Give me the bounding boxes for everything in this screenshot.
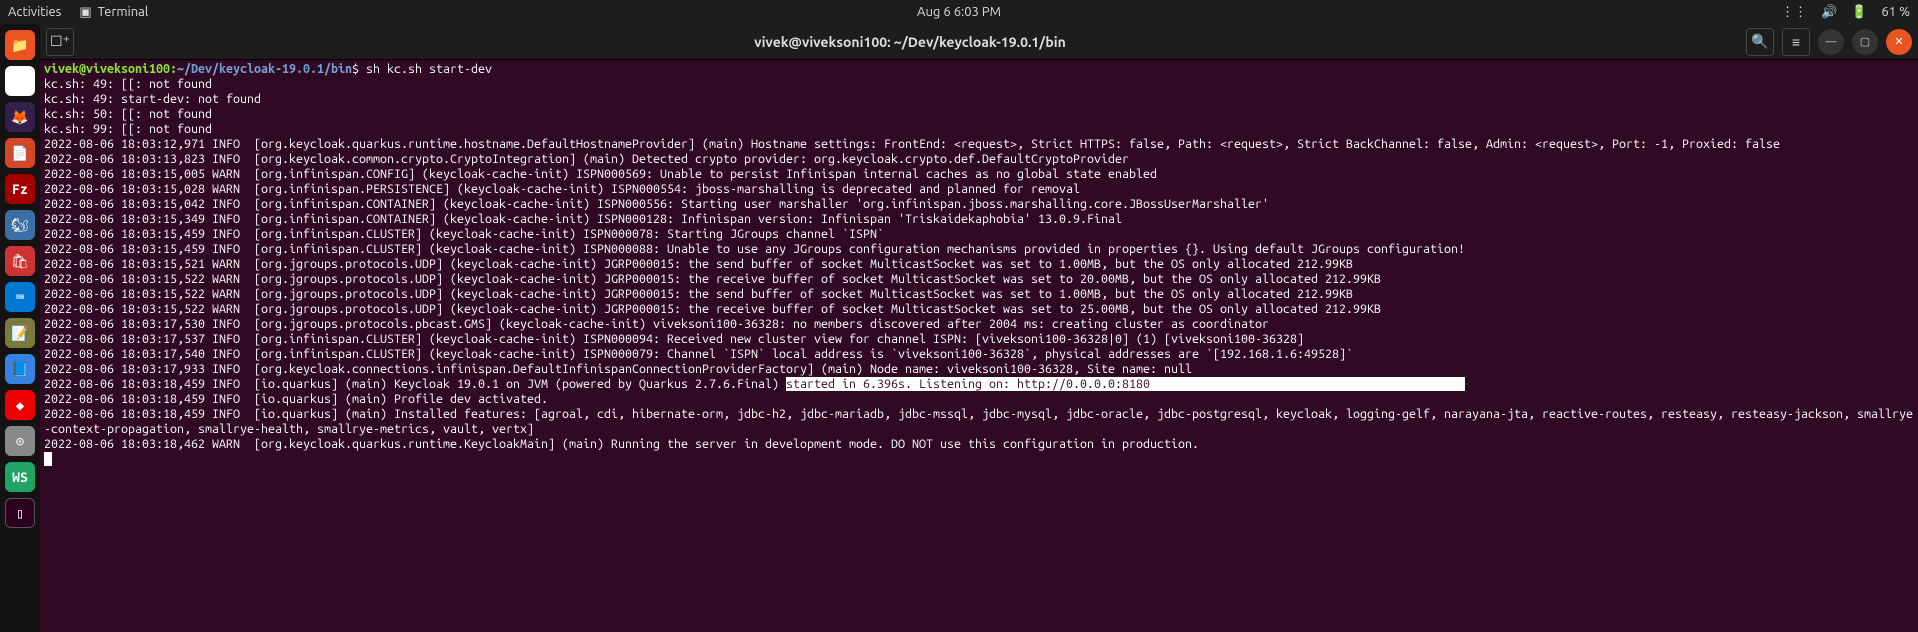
prompt-dollar: $	[352, 62, 359, 76]
files-icon[interactable]: 📁	[5, 30, 35, 60]
output-line: 2022-08-06 18:03:17,540 INFO [org.infini…	[44, 347, 1353, 361]
terminal-titlebar: ☐⁺ vivek@viveksoni100: ~/Dev/keycloak-19…	[40, 24, 1918, 60]
disks-icon[interactable]: ⊙	[5, 426, 35, 456]
output-line: 2022-08-06 18:03:17,537 INFO [org.infini…	[44, 332, 1304, 346]
highlight-padding	[1150, 377, 1465, 391]
output-line: kc.sh: 50: [[: not found	[44, 107, 212, 121]
new-tab-button[interactable]: ☐⁺	[46, 28, 74, 56]
output-line: 2022-08-06 18:03:15,459 INFO [org.infini…	[44, 227, 884, 241]
software-icon[interactable]: 🛍	[5, 246, 35, 276]
output-line: 2022-08-06 18:03:15,349 INFO [org.infini…	[44, 212, 1122, 226]
output-line: 2022-08-06 18:03:15,522 WARN [org.jgroup…	[44, 272, 1381, 286]
terminal-dock-icon[interactable]: ▯	[5, 498, 35, 528]
firefox-icon[interactable]: 🦊	[5, 102, 35, 132]
libreoffice-icon[interactable]: 📄	[5, 138, 35, 168]
entered-command: sh kc.sh start-dev	[359, 62, 492, 76]
output-line: 2022-08-06 18:03:15,028 WARN [org.infini…	[44, 182, 1080, 196]
clock[interactable]: Aug 6 6:03 PM	[917, 5, 1001, 19]
volume-icon[interactable]: 🔊	[1821, 5, 1837, 20]
output-line: 2022-08-06 18:03:15,459 INFO [org.infini…	[44, 242, 1465, 256]
close-button[interactable]: ✕	[1886, 29, 1912, 55]
terminal-content[interactable]: vivek@viveksoni100:~/Dev/keycloak-19.0.1…	[40, 60, 1918, 632]
window-title: vivek@viveksoni100: ~/Dev/keycloak-19.0.…	[74, 34, 1746, 50]
gedit-icon[interactable]: 📘	[5, 354, 35, 384]
prompt-path: ~/Dev/keycloak-19.0.1/bin	[177, 62, 352, 76]
output-line: kc.sh: 49: start-dev: not found	[44, 92, 261, 106]
output-line: 2022-08-06 18:03:13,823 INFO [org.keyclo…	[44, 152, 1129, 166]
maximize-button[interactable]: ▢	[1852, 29, 1878, 55]
ubuntu-dock: 📁 ◉ 🦊 📄 Fz 🐿 🛍 ⌨ 📝 📘 ◆ ⊙ WS ▯	[0, 24, 40, 632]
highlighted-text: started in 6.396s. Listening on: http://…	[786, 377, 1150, 391]
wifi-icon[interactable]: ⋮⋮	[1781, 5, 1807, 20]
output-line: 2022-08-06 18:03:18,459 INFO [io.quarkus…	[44, 407, 1913, 436]
text-editor-icon[interactable]: 📝	[5, 318, 35, 348]
output-line: 2022-08-06 18:03:15,005 WARN [org.infini…	[44, 167, 1157, 181]
terminal-icon: ▣	[79, 5, 91, 20]
active-app[interactable]: ▣ Terminal	[79, 5, 148, 20]
cursor	[44, 452, 52, 466]
search-button[interactable]: 🔍	[1746, 28, 1774, 56]
activities-button[interactable]: Activities	[8, 5, 61, 19]
dbeaver-icon[interactable]: 🐿	[5, 210, 35, 240]
chrome-icon[interactable]: ◉	[5, 66, 35, 96]
vscode-icon[interactable]: ⌨	[5, 282, 35, 312]
output-line: 2022-08-06 18:03:18,459 INFO [io.quarkus…	[44, 377, 786, 391]
anydesk-icon[interactable]: ◆	[5, 390, 35, 420]
battery-icon[interactable]: 🔋	[1851, 5, 1867, 20]
output-line: 2022-08-06 18:03:18,459 INFO [io.quarkus…	[44, 392, 555, 406]
prompt-user-host: vivek@viveksoni100:	[44, 62, 177, 76]
filezilla-icon[interactable]: Fz	[5, 174, 35, 204]
battery-percent: 61 %	[1881, 5, 1910, 19]
output-line: 2022-08-06 18:03:17,933 INFO [org.keyclo…	[44, 362, 1192, 376]
output-line: 2022-08-06 18:03:18,462 WARN [org.keyclo…	[44, 437, 1199, 451]
output-line: 2022-08-06 18:03:15,522 WARN [org.jgroup…	[44, 302, 1381, 316]
active-app-label: Terminal	[98, 5, 149, 19]
minimize-button[interactable]: —	[1818, 29, 1844, 55]
menu-button[interactable]: ≡	[1782, 28, 1810, 56]
output-line: kc.sh: 49: [[: not found	[44, 77, 212, 91]
output-line: 2022-08-06 18:03:15,042 INFO [org.infini…	[44, 197, 1269, 211]
output-line: 2022-08-06 18:03:17,530 INFO [org.jgroup…	[44, 317, 1269, 331]
output-line: 2022-08-06 18:03:12,971 INFO [org.keyclo…	[44, 137, 1780, 151]
gnome-topbar: Activities ▣ Terminal Aug 6 6:03 PM ⋮⋮ 🔊…	[0, 0, 1918, 24]
output-line: 2022-08-06 18:03:15,521 WARN [org.jgroup…	[44, 257, 1353, 271]
output-line: 2022-08-06 18:03:15,522 WARN [org.jgroup…	[44, 287, 1353, 301]
webstorm-icon[interactable]: WS	[5, 462, 35, 492]
output-line: kc.sh: 99: [[: not found	[44, 122, 212, 136]
